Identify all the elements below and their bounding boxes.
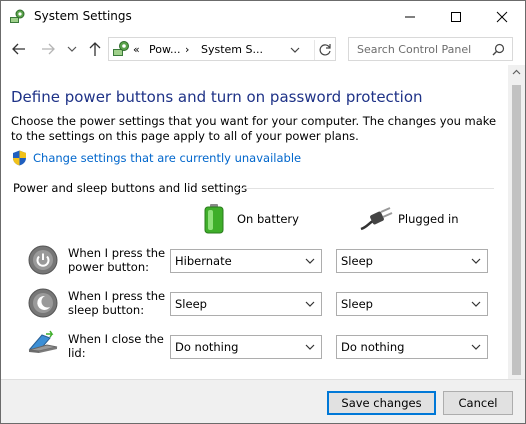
close-lid-on-battery-select[interactable]: Do nothing bbox=[170, 335, 322, 359]
battery-icon bbox=[204, 204, 224, 234]
power-button-icon bbox=[28, 245, 58, 275]
sleep-button-plugged-in-select[interactable]: Sleep bbox=[336, 292, 488, 316]
search-input[interactable]: Search Control Panel bbox=[348, 37, 513, 61]
sleep-button-icon bbox=[28, 288, 58, 318]
laptop-lid-icon bbox=[28, 330, 58, 353]
breadcrumb-separator[interactable]: › bbox=[185, 43, 189, 56]
back-arrow-icon[interactable] bbox=[10, 40, 28, 58]
scrollbar-thumb[interactable] bbox=[512, 85, 521, 375]
scroll-up-arrow-icon[interactable] bbox=[512, 69, 521, 75]
chevron-down-icon bbox=[471, 258, 481, 264]
column-header-plugged-in: Plugged in bbox=[398, 212, 459, 226]
power-button-plugged-in-select[interactable]: Sleep bbox=[336, 249, 488, 273]
column-header-on-battery: On battery bbox=[237, 212, 299, 226]
close-button[interactable] bbox=[479, 1, 525, 32]
selected-value: Hibernate bbox=[175, 254, 232, 268]
system-settings-window: System Settings « Pow... › System S... S… bbox=[0, 0, 526, 424]
selected-value: Sleep bbox=[175, 297, 207, 311]
refresh-button[interactable] bbox=[314, 40, 334, 60]
control-panel-icon bbox=[10, 9, 25, 23]
navigation-bar: « Pow... › System S... Search Control Pa… bbox=[1, 32, 525, 65]
footer-bar: Save changes Cancel bbox=[1, 379, 525, 423]
power-plug-icon bbox=[360, 207, 393, 231]
minimize-icon bbox=[405, 16, 415, 18]
content-pane: Define power buttons and turn on passwor… bbox=[1, 65, 508, 379]
chevron-down-icon bbox=[305, 301, 315, 307]
chevron-down-icon bbox=[471, 301, 481, 307]
power-button-on-battery-select[interactable]: Hibernate bbox=[170, 249, 322, 273]
recent-locations-chevron-icon[interactable] bbox=[63, 40, 81, 58]
section-title: Power and sleep buttons and lid settings bbox=[13, 181, 248, 195]
close-icon bbox=[496, 11, 508, 23]
vertical-scrollbar[interactable] bbox=[508, 65, 525, 379]
up-arrow-icon[interactable] bbox=[86, 40, 104, 58]
section-divider bbox=[235, 188, 494, 189]
sleep-button-on-battery-select[interactable]: Sleep bbox=[170, 292, 322, 316]
selected-value: Do nothing bbox=[175, 340, 239, 354]
selected-value: Sleep bbox=[341, 254, 373, 268]
window-title: System Settings bbox=[34, 9, 132, 23]
forward-arrow-icon[interactable] bbox=[39, 40, 57, 58]
search-icon[interactable] bbox=[492, 43, 505, 56]
row-label-close-lid: When I close the lid: bbox=[68, 332, 164, 360]
search-placeholder: Search Control Panel bbox=[357, 43, 472, 56]
row-label-power-button: When I press the power button: bbox=[68, 246, 166, 274]
save-changes-button[interactable]: Save changes bbox=[327, 391, 436, 415]
title-bar[interactable]: System Settings bbox=[1, 1, 525, 32]
change-settings-link[interactable]: Change settings that are currently unava… bbox=[33, 151, 301, 165]
uac-shield-icon bbox=[13, 150, 26, 166]
control-panel-icon bbox=[113, 41, 129, 56]
selected-value: Sleep bbox=[341, 297, 373, 311]
selected-value: Do nothing bbox=[341, 340, 405, 354]
refresh-icon bbox=[319, 44, 331, 56]
row-label-sleep-button: When I press the sleep button: bbox=[68, 289, 166, 317]
address-box[interactable]: « Pow... › System S... bbox=[108, 37, 336, 61]
chevron-down-icon bbox=[305, 344, 315, 350]
cancel-button[interactable]: Cancel bbox=[443, 391, 513, 415]
minimize-button[interactable] bbox=[387, 1, 433, 32]
breadcrumb-power-options[interactable]: Pow... bbox=[149, 43, 180, 56]
maximize-button[interactable] bbox=[433, 1, 479, 32]
chevron-down-icon bbox=[305, 258, 315, 264]
breadcrumb-system-settings[interactable]: System S... bbox=[201, 43, 263, 56]
page-description: Choose the power settings that you want … bbox=[11, 114, 497, 143]
maximize-icon bbox=[451, 12, 461, 22]
address-dropdown-chevron-icon[interactable] bbox=[290, 46, 300, 54]
chevron-down-icon bbox=[471, 344, 481, 350]
breadcrumb-overflow[interactable]: « bbox=[133, 43, 140, 56]
close-lid-plugged-in-select[interactable]: Do nothing bbox=[336, 335, 488, 359]
page-title: Define power buttons and turn on passwor… bbox=[11, 88, 423, 106]
